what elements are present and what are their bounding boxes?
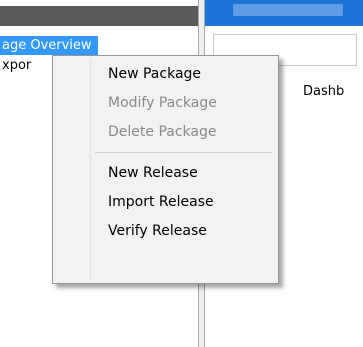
right-panel-header (205, 0, 363, 26)
menu-item-verify-release[interactable]: Verify Release (55, 217, 276, 245)
left-panel-header (0, 6, 198, 26)
menu-item-delete-package[interactable]: Delete Package (55, 118, 276, 146)
menu-item-import-release[interactable]: Import Release (55, 188, 276, 216)
context-menu: New Package Modify Package Delete Packag… (52, 55, 279, 284)
right-panel-dashboard-label: Dashb (303, 84, 345, 99)
menu-item-new-package[interactable]: New Package (55, 60, 276, 88)
menu-item-modify-package[interactable]: Modify Package (55, 89, 276, 117)
right-panel-header-title (233, 4, 343, 16)
menu-separator (95, 152, 272, 153)
menu-item-new-release[interactable]: New Release (55, 159, 276, 187)
tree-item-package-overview[interactable]: age Overview (0, 36, 98, 55)
tree-item-export[interactable]: xpor (2, 58, 31, 73)
